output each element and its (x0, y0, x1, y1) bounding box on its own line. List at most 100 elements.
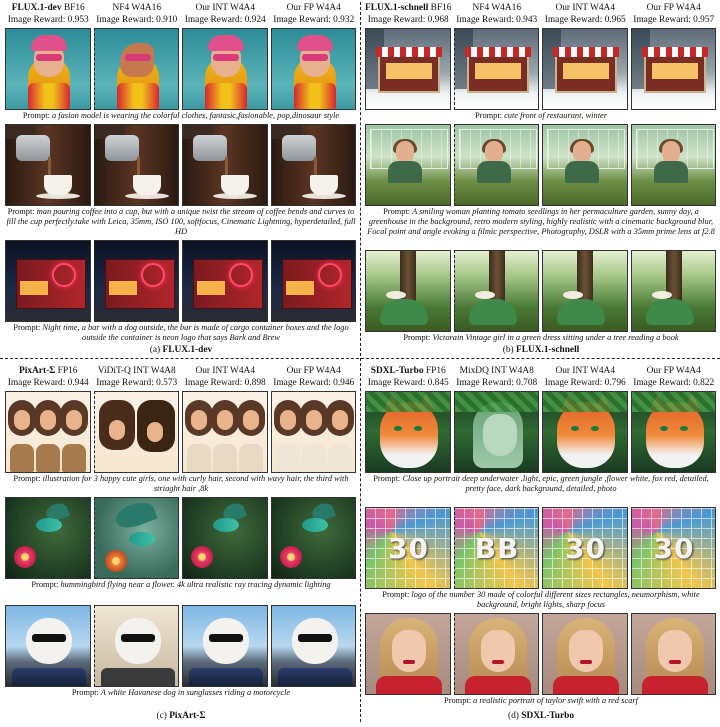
generated-image (93, 605, 179, 687)
generated-image (542, 613, 628, 695)
image-row (4, 497, 358, 579)
image-reward: Image Reward: 0.822 (633, 377, 715, 388)
image-reward: Image Reward: 0.924 (184, 14, 266, 25)
prompt-text: Prompt: A smiling woman planting tomato … (367, 207, 715, 236)
model-name: SDXL-Turbo (370, 366, 424, 376)
precision-label: NF4 W4A16 (472, 3, 522, 13)
panel-caption: (a) FLUX.1-dev (149, 345, 213, 355)
generated-image (542, 391, 628, 473)
precision-label: NF4 W4A16 (112, 3, 162, 13)
precision-label: MixDQ INT W4A8 (459, 366, 534, 376)
column-header: FLUX.1-schnell BF16 Image Reward: 0.968 (364, 2, 453, 28)
precision-label: Our FP W4A4 (646, 366, 701, 376)
image-reward: Image Reward: 0.845 (367, 377, 449, 388)
generated-image (542, 28, 628, 110)
image-reward: Image Reward: 0.932 (273, 14, 355, 25)
image-reward: Image Reward: 0.946 (273, 377, 355, 388)
precision-label: Our INT W4A4 (195, 3, 256, 13)
image-row (364, 391, 718, 473)
prompt-text: Prompt: a realistic portrait of taylor s… (444, 696, 638, 705)
image-reward: Image Reward: 0.953 (7, 14, 89, 25)
generated-image (182, 391, 268, 473)
horizontal-divider (0, 358, 720, 359)
precision-label: ViDiT-Q INT W4A8 (97, 366, 176, 376)
column-header: MixDQ INT W4A8 Image Reward: 0.708 (453, 365, 542, 391)
model-name: PixArt-Σ (19, 366, 56, 376)
generated-image (270, 28, 356, 110)
generated-image: 30 (365, 507, 451, 589)
generated-image (630, 613, 716, 695)
generated-image (270, 605, 356, 687)
prompt-text: Prompt: man pouring coffee into a cup, b… (6, 207, 356, 236)
prompt-text: Prompt: Close up portrait deep underwate… (373, 474, 709, 493)
header-row: PixArt-Σ FP16 Image Reward: 0.944 ViDiT-Q… (4, 365, 358, 391)
image-reward: Image Reward: 0.943 (456, 14, 538, 25)
generated-image (365, 124, 451, 206)
generated-image (542, 250, 628, 332)
generated-image (182, 28, 268, 110)
model-name: FLUX.1-dev (11, 3, 62, 13)
prompt-text: Prompt: Night time, a bar with a dog out… (13, 323, 349, 342)
generated-image (542, 124, 628, 206)
generated-image (365, 613, 451, 695)
prompt-text: Prompt: hummingbird flying near a flower… (31, 580, 331, 589)
generated-image (270, 240, 356, 322)
generated-image (182, 124, 268, 206)
generated-image (93, 124, 179, 206)
prompt-text: Prompt: logo of the number 30 made of co… (382, 590, 700, 609)
header-row: FLUX.1-dev BF16 Image Reward: 0.953 NF4 W… (4, 2, 358, 28)
image-reward: Image Reward: 0.573 (96, 377, 178, 388)
generated-image (5, 240, 91, 322)
generated-image: 30 (542, 507, 628, 589)
rendered-number: 30 (653, 532, 695, 565)
generated-image (630, 250, 716, 332)
generated-image (182, 240, 268, 322)
precision-label: BF16 (63, 3, 85, 13)
precision-label: BF16 (430, 3, 452, 13)
image-reward: Image Reward: 0.708 (456, 377, 538, 388)
image-row (4, 28, 358, 110)
image-row (364, 250, 718, 332)
generated-image (453, 391, 539, 473)
column-header: NF4 W4A16 Image Reward: 0.943 (453, 2, 542, 28)
generated-image (270, 124, 356, 206)
generated-image (270, 391, 356, 473)
image-reward: Image Reward: 0.796 (544, 377, 626, 388)
image-reward: Image Reward: 0.957 (633, 14, 715, 25)
column-header: PixArt-Σ FP16 Image Reward: 0.944 (4, 365, 93, 391)
generated-image (93, 391, 179, 473)
panel-caption: (c) PixArt-Σ (156, 711, 206, 721)
header-row: SDXL-Turbo FP16 Image Reward: 0.845 MixDQ… (364, 365, 718, 391)
column-header: Our INT W4A4 Image Reward: 0.924 (181, 2, 270, 28)
generated-image (270, 497, 356, 579)
prompt-text: Prompt: cute front of restaurant, winter (475, 111, 607, 120)
generated-image (365, 250, 451, 332)
column-header: SDXL-Turbo FP16 Image Reward: 0.845 (364, 365, 453, 391)
generated-image (630, 124, 716, 206)
generated-image (5, 28, 91, 110)
column-header: FLUX.1-dev BF16 Image Reward: 0.953 (4, 2, 93, 28)
prompt-text: Prompt: Victorain Vintage girl in a gree… (403, 333, 679, 342)
column-header: Our FP W4A4 Image Reward: 0.932 (270, 2, 359, 28)
generated-image (5, 124, 91, 206)
header-row: FLUX.1-schnell BF16 Image Reward: 0.968 N… (364, 2, 718, 28)
image-reward: Image Reward: 0.898 (184, 377, 266, 388)
image-row (4, 391, 358, 473)
rendered-number: BB (474, 532, 520, 565)
precision-label: Our INT W4A4 (195, 366, 256, 376)
generated-image (93, 28, 179, 110)
precision-label: Our FP W4A4 (286, 366, 341, 376)
generated-image (182, 605, 268, 687)
rendered-number: 30 (565, 532, 606, 565)
precision-label: FP16 (57, 366, 78, 376)
image-row (364, 124, 718, 206)
precision-label: FP16 (425, 366, 446, 376)
image-reward: Image Reward: 0.968 (367, 14, 449, 25)
column-header: Our INT W4A4 Image Reward: 0.965 (541, 2, 630, 28)
rendered-number: 30 (388, 532, 429, 565)
generated-image (5, 497, 91, 579)
panel-caption: (d) SDXL-Turbo (507, 711, 575, 721)
prompt-text: Prompt: A white Havanese dog in sunglass… (71, 688, 291, 697)
generated-image (93, 240, 179, 322)
generated-image (182, 497, 268, 579)
